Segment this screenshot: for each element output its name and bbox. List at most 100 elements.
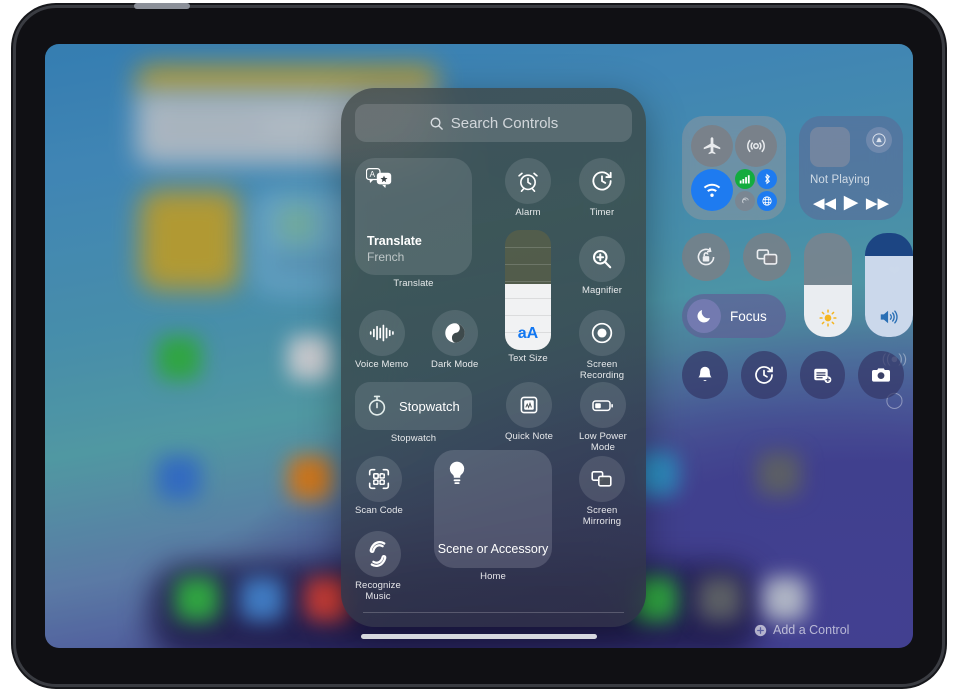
translate-widget-subtitle: French	[367, 250, 405, 264]
bluetooth-button[interactable]	[757, 169, 777, 189]
add-a-control-label: Add a Control	[773, 623, 850, 637]
scan-code-button[interactable]	[355, 456, 402, 502]
tile-label-home: Home	[480, 571, 506, 582]
screen-mirroring-button[interactable]	[743, 233, 791, 281]
text-size-glyph: aA	[517, 325, 539, 342]
bell-icon	[698, 366, 712, 382]
quick-buttons-row	[682, 351, 904, 399]
tile-timer[interactable]: Timer	[579, 158, 625, 219]
rotation-lock-icon	[697, 247, 715, 266]
tile-voice-memo[interactable]: Voice Memo	[355, 310, 408, 371]
translate-widget[interactable]: A Translate French	[355, 158, 472, 275]
cellular-data-button[interactable]	[735, 169, 755, 189]
record-dot-icon	[591, 322, 613, 344]
tile-label-quick-note: Quick Note	[505, 431, 553, 442]
quick-note-gallery-button[interactable]	[506, 382, 552, 428]
home-widget-title: Scene or Accessory	[437, 542, 549, 556]
tile-stopwatch[interactable]: Stopwatch Stopwatch	[355, 382, 472, 445]
wifi-icon	[703, 183, 721, 197]
tile-home[interactable]: Scene or Accessory Home	[434, 450, 552, 583]
timer-icon	[754, 366, 773, 384]
tile-quick-note[interactable]: Quick Note	[505, 382, 553, 443]
airplay-audio-icon	[872, 133, 886, 147]
alarm-button[interactable]	[505, 158, 551, 204]
brightness-slider[interactable]	[804, 233, 852, 337]
tile-magnifier[interactable]: Magnifier	[579, 236, 625, 297]
tile-label-screen-recording: Screen Recording	[579, 359, 625, 381]
tile-label-translate: Translate	[393, 278, 434, 289]
stopwatch-button[interactable]: Stopwatch	[355, 382, 472, 430]
airplane-icon	[703, 137, 721, 155]
tile-alarm[interactable]: Alarm	[505, 158, 551, 219]
translate-widget-title: Translate	[367, 234, 422, 248]
tile-low-power-mode[interactable]: Low Power Mode	[579, 382, 627, 453]
add-a-control-button[interactable]: Add a Control	[754, 623, 849, 637]
translate-icon: A	[366, 168, 393, 190]
volume-slider[interactable]	[865, 233, 913, 337]
speaker-wave-icon	[865, 306, 913, 328]
home-widget[interactable]: Scene or Accessory	[434, 450, 552, 568]
airplay-button[interactable]	[866, 127, 892, 153]
timer-gallery-button[interactable]	[579, 158, 625, 204]
now-playing-module[interactable]: Not Playing ◀◀ ▶ ▶▶	[799, 116, 903, 220]
tile-label-scan-code: Scan Code	[355, 505, 403, 516]
focus-label: Focus	[730, 308, 767, 324]
screen-mirroring-icon	[756, 249, 778, 265]
ipad-screen: ❤ ♪ ((●)) ◯	[45, 44, 913, 648]
airplane-mode-button[interactable]	[691, 125, 733, 167]
recognize-music-button[interactable]	[355, 531, 401, 577]
text-size-slider[interactable]: aA	[505, 230, 551, 350]
timer-button[interactable]	[740, 351, 787, 399]
screen-mirroring-gallery-button[interactable]	[579, 456, 625, 502]
hotspot-icon	[741, 197, 749, 203]
search-controls-placeholder: Search Controls	[450, 114, 559, 132]
note-add-icon	[814, 368, 832, 383]
ipad-device-frame: ❤ ♪ ((●)) ◯	[16, 3, 942, 684]
airdrop-button[interactable]	[735, 125, 777, 167]
camera-button[interactable]	[858, 351, 904, 399]
tile-label-stopwatch: Stopwatch	[390, 433, 437, 444]
play-icon[interactable]: ▶	[844, 191, 859, 214]
voice-memo-button[interactable]	[358, 310, 405, 356]
silent-mode-button[interactable]	[682, 351, 728, 399]
globe-icon	[762, 196, 772, 206]
tile-translate[interactable]: A Translate French Translate	[355, 158, 472, 290]
dark-mode-button[interactable]	[431, 310, 478, 356]
moon-icon	[687, 299, 721, 333]
tile-scan-code[interactable]: Scan Code	[355, 456, 403, 517]
magnifier-button[interactable]	[579, 236, 625, 282]
album-artwork	[810, 127, 850, 167]
control-center-modules: Not Playing ◀◀ ▶ ▶▶ Focus Add a Control	[682, 116, 913, 637]
tile-screen-mirroring[interactable]: Screen Mirroring	[579, 456, 625, 527]
rewind-icon[interactable]: ◀◀	[813, 194, 836, 212]
circle-half-icon	[444, 323, 465, 343]
tile-dark-mode[interactable]: Dark Mode	[431, 310, 478, 371]
tile-recognize-music[interactable]: Recognize Music	[355, 531, 401, 602]
fast-forward-icon[interactable]: ▶▶	[866, 194, 889, 212]
rotation-lock-button[interactable]	[682, 233, 730, 281]
waveform-icon	[369, 324, 394, 342]
personal-hotspot-button[interactable]	[735, 191, 755, 211]
screen-mirroring-icon	[591, 471, 612, 487]
tile-text-size[interactable]: aA Text Size	[505, 230, 551, 365]
wifi-button[interactable]	[691, 169, 733, 211]
now-playing-title: Not Playing	[810, 174, 870, 186]
tile-label-dark-mode: Dark Mode	[431, 359, 479, 370]
airdrop-icon	[747, 139, 765, 153]
low-power-mode-button[interactable]	[579, 382, 626, 428]
controls-gallery-panel: Search Controls A Translate French Trans…	[341, 88, 646, 627]
vpn-button[interactable]	[757, 191, 777, 211]
home-indicator[interactable]	[361, 634, 597, 639]
qr-code-icon	[368, 468, 390, 490]
quick-note-button[interactable]	[799, 351, 846, 399]
connectivity-module[interactable]	[682, 116, 786, 220]
search-controls-field[interactable]: Search Controls	[355, 104, 632, 142]
sun-icon	[804, 308, 852, 328]
plus-circle-icon	[754, 624, 767, 636]
screen-recording-button[interactable]	[579, 310, 625, 356]
focus-button[interactable]: Focus	[682, 294, 786, 338]
tile-screen-recording[interactable]: Screen Recording	[579, 310, 625, 381]
tile-label-low-power-mode: Low Power Mode	[579, 431, 627, 453]
timer-icon	[592, 171, 612, 191]
stopwatch-button-label: Stopwatch	[399, 398, 460, 414]
